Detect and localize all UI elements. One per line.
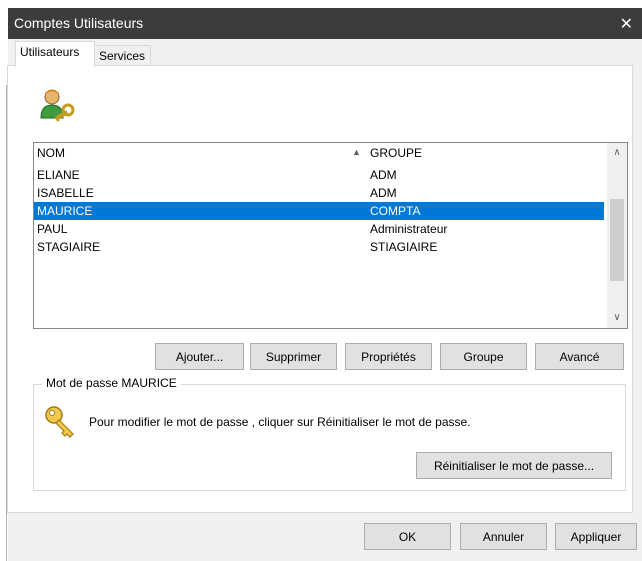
delete-button[interactable]: Supprimer — [250, 343, 337, 370]
tab-services[interactable]: Services — [94, 45, 151, 65]
user-group: STIAGIAIRE — [370, 240, 438, 254]
tab-utilisateurs[interactable]: Utilisateurs — [15, 41, 95, 67]
add-button[interactable]: Ajouter... — [155, 343, 244, 370]
scrollbar-thumb[interactable] — [610, 199, 624, 281]
user-name: STAGIAIRE — [37, 240, 101, 254]
chevron-up-icon[interactable]: ∧ — [607, 143, 627, 163]
list-row[interactable]: ISABELLE ADM — [34, 184, 604, 202]
vertical-scrollbar[interactable]: ∧ ∨ — [607, 143, 627, 328]
user-group: ADM — [370, 186, 397, 200]
list-header: NOM ▲ GROUPE — [34, 143, 604, 161]
key-icon — [45, 406, 74, 438]
list-row[interactable]: ELIANE ADM — [34, 166, 604, 184]
ok-button[interactable]: OK — [364, 523, 451, 550]
window-title: Comptes Utilisateurs — [14, 15, 144, 31]
chevron-down-icon[interactable]: ∨ — [607, 308, 627, 328]
password-group-label: Mot de passe MAURICE — [42, 376, 181, 390]
apply-button[interactable]: Appliquer — [555, 523, 637, 550]
list-row-selected[interactable]: MAURICE COMPTA — [34, 202, 604, 220]
user-group: COMPTA — [370, 204, 421, 218]
user-name: ISABELLE — [37, 186, 94, 200]
user-key-icon — [40, 89, 75, 122]
user-name: PAUL — [37, 222, 68, 236]
list-row[interactable]: STAGIAIRE STIAGIAIRE — [34, 238, 604, 256]
advanced-button[interactable]: Avancé — [535, 343, 624, 370]
column-header-groupe[interactable]: GROUPE — [370, 146, 422, 160]
users-list[interactable]: NOM ▲ GROUPE ELIANE ADM ISABELLE ADM MAU… — [33, 142, 628, 329]
close-icon[interactable]: ✕ — [620, 14, 633, 34]
cancel-button[interactable]: Annuler — [460, 523, 547, 550]
list-row[interactable]: PAUL Administrateur — [34, 220, 604, 238]
title-bar: Comptes Utilisateurs ✕ — [8, 8, 642, 39]
column-header-nom[interactable]: NOM — [37, 146, 65, 160]
user-name: MAURICE — [37, 204, 93, 218]
user-group: ADM — [370, 168, 397, 182]
reset-password-button[interactable]: Réinitialiser le mot de passe... — [416, 452, 612, 479]
properties-button[interactable]: Propriétés — [345, 343, 432, 370]
user-name: ELIANE — [37, 168, 80, 182]
password-info-text: Pour modifier le mot de passe , cliquer … — [89, 415, 471, 429]
user-group: Administrateur — [370, 222, 448, 236]
group-button[interactable]: Groupe — [440, 343, 527, 370]
sort-arrow-icon: ▲ — [352, 147, 361, 157]
